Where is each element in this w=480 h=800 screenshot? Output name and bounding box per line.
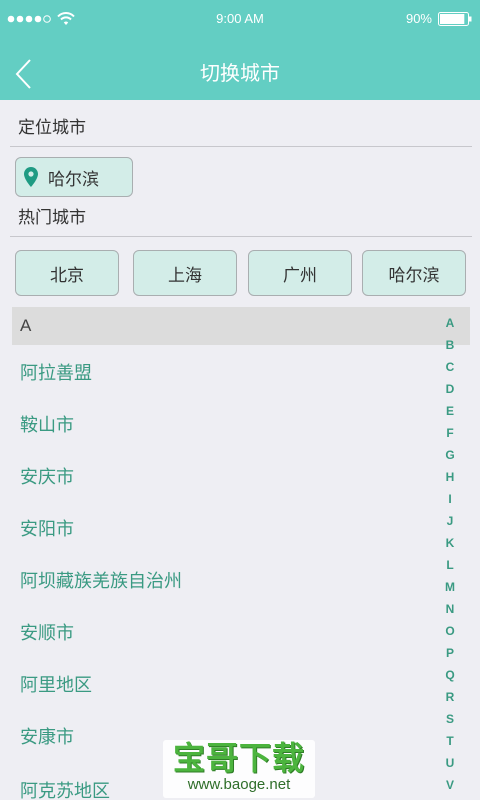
watermark-title: 宝哥下载 bbox=[172, 740, 305, 776]
index-letter[interactable]: U bbox=[438, 752, 462, 774]
divider bbox=[10, 236, 472, 237]
hot-city-button[interactable]: 广州 bbox=[248, 250, 352, 296]
watermark-logo: 宝哥下载 www.baoge.net bbox=[163, 740, 315, 798]
city-list-item[interactable]: 安顺市 bbox=[0, 606, 430, 658]
divider bbox=[10, 146, 472, 147]
index-letter[interactable]: F bbox=[438, 422, 462, 444]
app-header: 9:00 AM 90% 切换城市 bbox=[0, 0, 480, 100]
battery-percentage: 90% bbox=[405, 11, 432, 26]
index-letter[interactable]: T bbox=[438, 730, 462, 752]
index-letter[interactable]: K bbox=[438, 532, 462, 554]
location-city-button[interactable]: 哈尔滨 bbox=[15, 157, 133, 197]
hot-section-label: 热门城市 bbox=[18, 208, 86, 227]
index-letter[interactable]: M bbox=[438, 576, 462, 598]
index-letter[interactable]: E bbox=[438, 400, 462, 422]
city-list-item[interactable]: 阿里地区 bbox=[0, 658, 430, 710]
index-letter[interactable]: D bbox=[438, 378, 462, 400]
city-list-item[interactable]: 阿坝藏族羌族自治州 bbox=[0, 554, 430, 606]
index-letter[interactable]: L bbox=[438, 554, 462, 576]
index-letter[interactable]: P bbox=[438, 642, 462, 664]
city-list-item[interactable]: 安阳市 bbox=[0, 502, 430, 554]
index-letter[interactable]: N bbox=[438, 598, 462, 620]
index-letter[interactable]: I bbox=[438, 488, 462, 510]
city-list-item[interactable]: 阿拉善盟 bbox=[0, 346, 430, 398]
watermark-url: www.baoge.net bbox=[187, 776, 291, 793]
hot-city-button[interactable]: 哈尔滨 bbox=[362, 250, 466, 296]
city-list-item[interactable]: 安庆市 bbox=[0, 450, 430, 502]
hot-city-button[interactable]: 上海 bbox=[133, 250, 237, 296]
index-letter[interactable]: R bbox=[438, 686, 462, 708]
hot-city-button[interactable]: 北京 bbox=[15, 250, 119, 296]
battery-icon bbox=[438, 12, 472, 26]
index-letter[interactable]: G bbox=[438, 444, 462, 466]
letter-section-header: A bbox=[12, 307, 470, 345]
index-letter[interactable]: V bbox=[438, 774, 462, 796]
battery-fill bbox=[440, 14, 465, 24]
index-letter[interactable]: C bbox=[438, 356, 462, 378]
location-city-label: 哈尔滨 bbox=[48, 169, 99, 189]
index-letter[interactable]: O bbox=[438, 620, 462, 642]
index-letter[interactable]: Q bbox=[438, 664, 462, 686]
index-letter[interactable]: A bbox=[438, 312, 462, 334]
index-letter[interactable]: H bbox=[438, 466, 462, 488]
location-section-label: 定位城市 bbox=[18, 118, 86, 137]
alphabet-index-bar: A B C D E F G H I J K L M N O P Q R S T … bbox=[438, 312, 462, 796]
page-title: 切换城市 bbox=[200, 63, 280, 85]
city-list-item[interactable]: 鞍山市 bbox=[0, 398, 430, 450]
index-letter[interactable]: B bbox=[438, 334, 462, 356]
index-letter[interactable]: S bbox=[438, 708, 462, 730]
city-list: 阿拉善盟 鞍山市 安庆市 安阳市 阿坝藏族羌族自治州 安顺市 阿里地区 安康市 … bbox=[0, 346, 430, 800]
index-letter[interactable]: J bbox=[438, 510, 462, 532]
location-pin-icon bbox=[24, 167, 38, 187]
